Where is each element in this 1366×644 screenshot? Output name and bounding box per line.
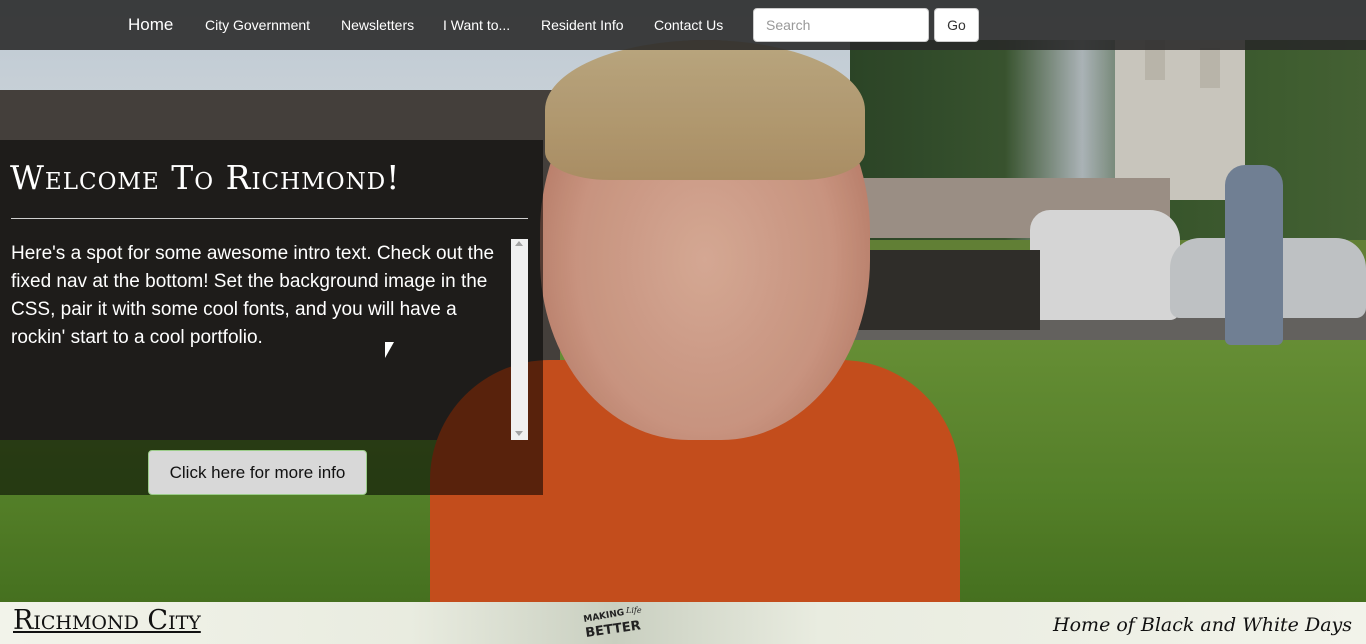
top-navbar: Home City Government Newsletters I Want … [0, 0, 1366, 50]
nav-home[interactable]: Home [128, 0, 173, 50]
making-life-better-logo: MAKING Life BETTER [583, 606, 642, 641]
nav-i-want-to[interactable]: I Want to... [443, 0, 510, 50]
svg-text:Life: Life [625, 606, 642, 615]
search-input[interactable] [753, 8, 929, 42]
nav-city-government[interactable]: City Government [205, 0, 310, 50]
intro-text: Here's a spot for some awesome intro tex… [11, 243, 495, 348]
welcome-title: Welcome To Richmond! [10, 158, 401, 197]
scroll-down-arrow-icon[interactable] [515, 431, 523, 436]
nav-contact-us[interactable]: Contact Us [654, 0, 723, 50]
mouse-cursor-icon [385, 342, 394, 358]
nav-newsletters[interactable]: Newsletters [341, 0, 414, 50]
bottom-bar: Richmond City MAKING Life BETTER Home of… [0, 602, 1366, 644]
welcome-panel: Welcome To Richmond! Here's a spot for s… [0, 140, 543, 495]
intro-scrollbar[interactable] [511, 239, 528, 440]
go-button[interactable]: Go [934, 8, 979, 42]
more-info-button[interactable]: Click here for more info [148, 450, 367, 495]
nav-resident-info[interactable]: Resident Info [541, 0, 624, 50]
scroll-up-arrow-icon[interactable] [515, 241, 523, 246]
divider [11, 218, 528, 219]
footer-site-title[interactable]: Richmond City [13, 605, 201, 636]
footer-tagline: Home of Black and White Days [1053, 614, 1352, 636]
